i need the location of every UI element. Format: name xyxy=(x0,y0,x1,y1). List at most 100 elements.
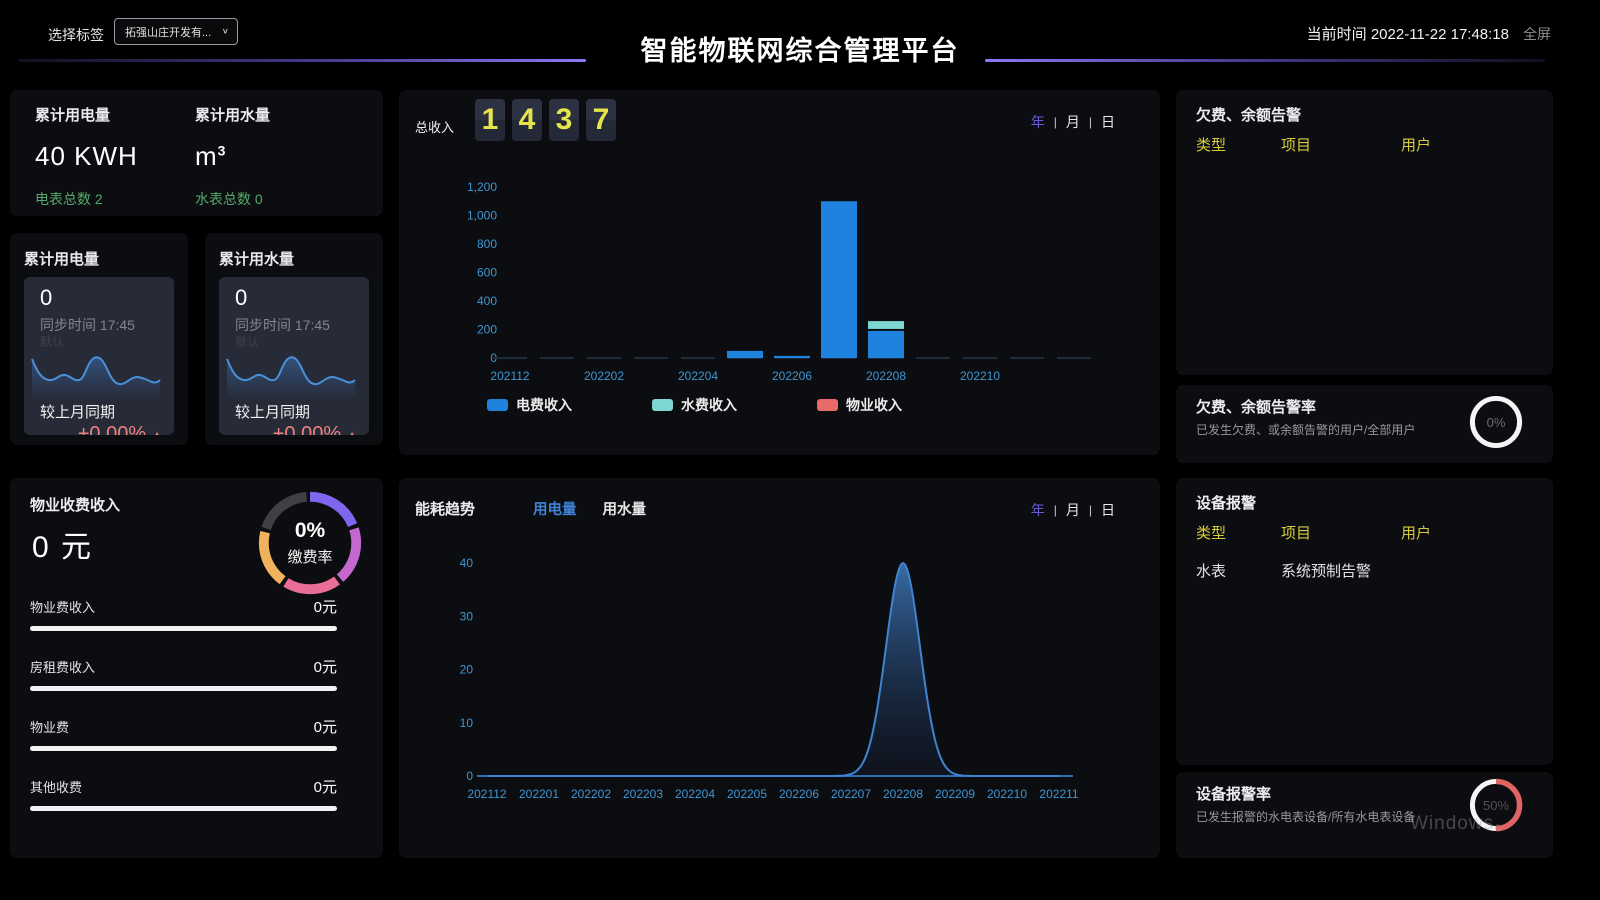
legend-swatch xyxy=(817,399,838,411)
table-header: 项目 xyxy=(1281,522,1401,543)
tag-select-value: 拓强山庄开发有... xyxy=(125,24,218,40)
legend-swatch xyxy=(487,399,508,411)
y-axis-label: 200 xyxy=(477,323,497,337)
x-axis-label: 202210 xyxy=(987,787,1027,801)
period-tab-3[interactable]: 日 xyxy=(1101,500,1115,520)
sync-time: 同步时间 17:45 xyxy=(40,315,135,335)
metric-tab[interactable]: 用电量 xyxy=(533,498,577,519)
page-title: 智能物联网综合管理平台 xyxy=(641,29,960,68)
x-axis-label: 202206 xyxy=(772,369,812,383)
donut-center-text: 0% 缴费率 xyxy=(251,484,369,602)
card-body: 0 同步时间 17:45 默认 较上月同期 +0.00% ▲ xyxy=(24,277,174,435)
counter-digit: 4 xyxy=(512,99,542,141)
tag-select-label: 选择标签 xyxy=(48,25,104,45)
progress-bar xyxy=(30,806,337,811)
panel-title: 欠费、余额告警率 xyxy=(1196,396,1316,417)
list-item: 其他收费0元 xyxy=(30,776,337,836)
x-axis-label: 202205 xyxy=(727,787,767,801)
current-time: 当前时间 2022-11-22 17:48:18 xyxy=(1307,23,1509,44)
water-meter-count: 水表总数 0 xyxy=(195,189,270,209)
tab-separator: | xyxy=(1089,115,1092,129)
x-axis-label: 202206 xyxy=(779,787,819,801)
windows-activation-watermark: Windows。 xyxy=(1410,808,1514,835)
y-axis-label: 600 xyxy=(477,266,497,280)
header-divider-left xyxy=(18,59,586,62)
x-axis-label: 202209 xyxy=(935,787,975,801)
y-axis-label: 20 xyxy=(460,663,474,677)
alarm-table: 类型项目用户 xyxy=(1196,134,1537,155)
progress-bar xyxy=(30,686,337,691)
table-cell xyxy=(1401,560,1537,581)
metric-tabs: 用电量 用水量 xyxy=(533,498,646,519)
water-summary-title: 累计用水量 xyxy=(195,104,270,125)
table-cell: 系统预制告警 xyxy=(1281,560,1401,581)
legend-item[interactable]: 物业收入 xyxy=(817,395,982,415)
ghost-label: 默认 xyxy=(235,333,259,350)
period-tab-3[interactable]: 日 xyxy=(1101,112,1115,132)
arrears-alarm-rate-panel: 欠费、余额告警率 已发生欠费、或余额告警的用户/全部用户 0% xyxy=(1176,385,1553,463)
panel-subtitle: 已发生报警的水电表设备/所有水电表设备 xyxy=(1196,808,1415,825)
energy-summary-panel: 累计用电量 40 KWH 电表总数 2 累计用水量 m3 水表总数 0 xyxy=(10,90,383,216)
x-axis-label: 202207 xyxy=(831,787,871,801)
progress-bar xyxy=(30,626,337,631)
period-tab-1[interactable]: 年 xyxy=(1031,112,1045,132)
bar xyxy=(774,356,810,358)
period-tab-1[interactable]: 年 xyxy=(1031,500,1045,520)
counter-digit: 7 xyxy=(586,99,616,141)
y-axis-label: 0 xyxy=(466,769,473,783)
x-axis-label: 202202 xyxy=(571,787,611,801)
property-income-amount: 0 元 xyxy=(32,522,93,566)
bar xyxy=(727,351,763,358)
table-header: 类型 xyxy=(1196,134,1281,155)
x-axis-label: 202208 xyxy=(866,369,906,383)
delta-value: +0.00% ▲ xyxy=(273,423,359,435)
compare-label: 较上月同期 xyxy=(40,401,115,422)
device-alarm-panel: 设备报警 类型项目用户水表系统预制告警 xyxy=(1176,478,1553,765)
panel-title: 能耗趋势 xyxy=(415,498,475,519)
device-alarm-table: 类型项目用户水表系统预制告警 xyxy=(1196,522,1537,581)
legend-item[interactable]: 电费收入 xyxy=(487,395,652,415)
period-tab-2[interactable]: 月 xyxy=(1066,500,1080,520)
card-title: 累计用水量 xyxy=(219,248,294,269)
water-summary-value: m3 xyxy=(195,141,270,172)
x-axis-label: 202112 xyxy=(467,787,506,801)
fullscreen-button[interactable]: 全屏 xyxy=(1523,24,1551,44)
electric-summary-value: 40 KWH xyxy=(35,141,138,172)
table-header: 用户 xyxy=(1401,522,1537,543)
x-axis-label: 202211 xyxy=(1039,787,1078,801)
metric-tab[interactable]: 用水量 xyxy=(603,498,647,519)
y-axis-label: 1,000 xyxy=(467,209,497,223)
panel-title: 物业收费收入 xyxy=(30,494,120,515)
chevron-down-icon: ∨ xyxy=(222,27,229,36)
panel-subtitle: 已发生欠费、或余额告警的用户/全部用户 xyxy=(1196,421,1415,438)
panel-title: 设备报警率 xyxy=(1196,783,1271,804)
period-tab-2[interactable]: 月 xyxy=(1066,112,1080,132)
progress-bar xyxy=(30,746,337,751)
ring-percentage: 0% xyxy=(1467,393,1525,451)
compare-label: 较上月同期 xyxy=(235,401,310,422)
header-divider-right xyxy=(985,59,1545,62)
y-axis-label: 40 xyxy=(460,556,474,570)
panel-title: 欠费、余额告警 xyxy=(1196,104,1301,125)
total-revenue-panel: 总收入 1437 年|月|日 02004006008001,0001,20020… xyxy=(399,90,1160,455)
energy-area-chart: 0102030402021122022012022022022032022042… xyxy=(409,538,1149,838)
list-item: 物业费0元 xyxy=(30,716,337,776)
up-triangle-icon: ▲ xyxy=(150,427,164,436)
table-header: 用户 xyxy=(1401,134,1537,155)
x-axis-label: 202202 xyxy=(584,369,624,383)
period-tabs: 年|月|日 xyxy=(1031,112,1115,132)
tag-select-dropdown[interactable]: 拓强山庄开发有... ∨ xyxy=(114,18,238,45)
sparkline-chart xyxy=(225,349,357,397)
x-axis-label: 202210 xyxy=(960,369,1000,383)
ghost-label: 默认 xyxy=(40,333,64,350)
counter-digit: 3 xyxy=(549,99,579,141)
bar xyxy=(868,321,904,329)
legend-item[interactable]: 水费收入 xyxy=(652,395,817,415)
x-axis-label: 202203 xyxy=(623,787,663,801)
card-value: 0 xyxy=(40,285,52,311)
y-axis-label: 800 xyxy=(477,237,497,251)
water-summary: 累计用水量 m3 水表总数 0 xyxy=(195,104,270,209)
electric-summary: 累计用电量 40 KWH 电表总数 2 xyxy=(35,104,138,209)
card-title: 累计用电量 xyxy=(24,248,99,269)
x-axis-label: 202208 xyxy=(883,787,923,801)
